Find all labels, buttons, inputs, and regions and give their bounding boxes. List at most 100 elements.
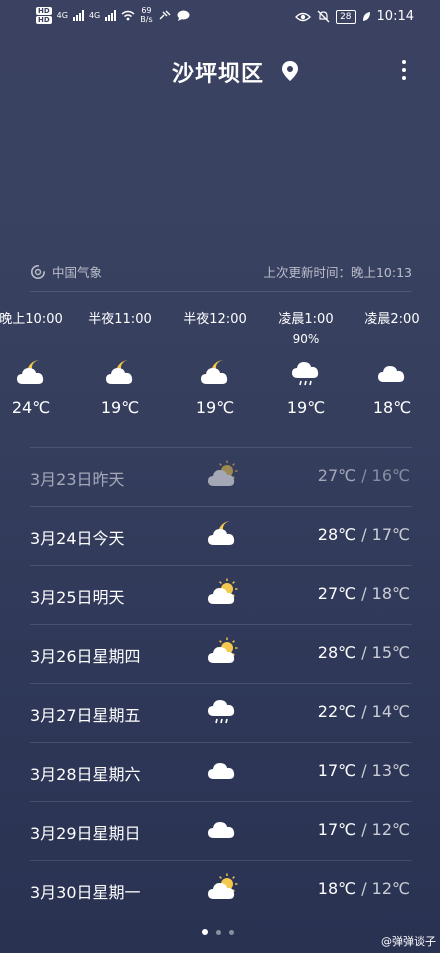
hour-temperature: 19℃ [286,398,326,417]
cloud-icon [206,755,238,785]
daily-row[interactable]: 3月28日星期六 17℃ / 13℃ [30,743,412,801]
daily-row[interactable]: 3月25日明天 27℃ / 18℃ [30,566,412,624]
satellite-icon [159,10,171,20]
watermark: @弹弹谈子 [381,935,436,948]
hourly-item: 半夜11:00 19℃ [75,310,165,417]
day-temperature-range: 17℃ / 12℃ [318,820,410,839]
wifi-icon [121,10,135,20]
data-source-row: 中国气象 上次更新时间：晚上10:13 [30,260,412,282]
temp-separator: / [356,879,372,898]
signal-icon [105,9,117,21]
cloud-icon [206,814,238,844]
temp-separator: / [356,761,372,780]
network-type: 4G [56,10,68,20]
precipitation-probability [0,330,76,348]
day-temperature-range: 17℃ / 13℃ [318,761,410,780]
precipitation-probability [347,330,437,348]
cma-logo-icon [31,264,45,279]
daily-row[interactable]: 3月24日今天 28℃ / 17℃ [30,507,412,565]
day-temperature-range: 28℃ / 17℃ [318,525,410,544]
rain-cloud-icon [206,696,238,726]
signal-icon [72,9,84,21]
low-temp: 18℃ [371,584,410,603]
day-label: 3月27日星期五 [30,706,141,725]
daily-row[interactable]: 3月23日昨天 27℃ / 16℃ [30,448,412,506]
high-temp: 28℃ [317,643,357,662]
hourly-item: 凌晨2:00 18℃ [347,310,437,417]
daily-row[interactable]: 3月27日星期五 22℃ / 14℃ [30,684,412,742]
page-dot[interactable] [229,929,234,935]
more-options-icon[interactable] [392,56,416,84]
day-label: 3月30日星期一 [30,883,141,902]
moon-cloud-icon [198,358,232,388]
hour-time: 晚上10:00 [0,312,63,327]
sun-cloud-icon [206,637,238,667]
temp-separator: / [356,584,372,603]
temp-separator: / [356,466,372,485]
hourly-item: 晚上10:00 24℃ [0,310,76,417]
cloud-icon [375,358,409,388]
sun-cloud-icon [206,578,238,608]
daily-row[interactable]: 3月26日星期四 28℃ / 15℃ [30,625,412,683]
hour-temperature: 19℃ [100,398,140,417]
day-temperature-range: 27℃ / 16℃ [318,466,410,485]
divider [30,291,412,292]
daily-row[interactable]: 3月30日星期一 18℃ / 12℃ [30,861,412,919]
day-label: 3月24日今天 [30,529,125,548]
hour-time: 半夜11:00 [88,312,152,327]
hour-time: 凌晨2:00 [364,312,420,327]
high-temp: 28℃ [317,525,357,544]
hd-badge: HD [36,6,52,15]
temp-separator: / [356,820,372,839]
precipitation-probability [170,330,260,348]
low-temp: 16℃ [371,466,410,485]
day-label: 3月29日星期日 [30,824,141,843]
hourly-forecast[interactable]: 晚上10:00 24℃ 半夜11:00 19℃ 半夜12:00 19℃ 凌晨1:00 90% 1… [0,310,440,440]
city-name[interactable]: 沙坪坝区 [172,56,264,88]
hourly-item: 半夜12:00 19℃ [170,310,260,417]
day-temperature-range: 22℃ / 14℃ [318,702,410,721]
temp-separator: / [356,525,372,544]
leaf-icon [362,12,370,21]
hd-badge: HD [36,15,52,24]
hourly-item: 凌晨1:00 90% 19℃ [261,310,351,417]
last-updated: 上次更新时间：晚上10:13 [263,265,412,280]
day-label: 3月23日昨天 [30,470,125,489]
status-bar: HD HD 4G 4G 69 B/s 28 10:14 [0,0,440,34]
low-temp: 12℃ [371,820,410,839]
day-temperature-range: 27℃ / 18℃ [318,584,410,603]
day-label: 3月28日星期六 [30,765,141,784]
temp-separator: / [356,643,372,662]
location-pin-icon[interactable] [280,60,300,82]
low-temp: 13℃ [371,761,410,780]
eye-icon [295,12,311,21]
moon-cloud-icon [103,358,137,388]
clock: 10:14 [376,9,414,24]
low-temp: 12℃ [371,879,410,898]
network-type: 4G [88,10,101,20]
high-temp: 17℃ [317,820,357,839]
high-temp: 17℃ [317,761,357,780]
mute-icon [317,10,330,23]
high-temp: 22℃ [317,702,357,721]
app-header: 沙坪坝区 [0,52,440,88]
page-indicator[interactable] [202,929,234,935]
page-dot-active[interactable] [202,929,208,935]
high-temp: 27℃ [317,466,357,485]
provider-name: 中国气象 [52,265,103,280]
net-speed: 69 B/s [140,6,153,24]
sun-cloud-icon [206,873,238,903]
page-dot[interactable] [216,929,221,935]
day-label: 3月26日星期四 [30,647,141,666]
hour-temperature: 24℃ [11,398,51,417]
day-label: 3月25日明天 [30,588,125,607]
daily-row[interactable]: 3月29日星期日 17℃ / 12℃ [30,802,412,860]
high-temp: 27℃ [317,584,357,603]
day-temperature-range: 28℃ / 15℃ [318,643,410,662]
sun-cloud-icon [206,460,238,490]
precipitation-probability: 90% [292,332,320,346]
low-temp: 17℃ [371,525,410,544]
low-temp: 15℃ [371,643,410,662]
moon-cloud-icon [14,358,48,388]
message-icon [177,10,190,21]
